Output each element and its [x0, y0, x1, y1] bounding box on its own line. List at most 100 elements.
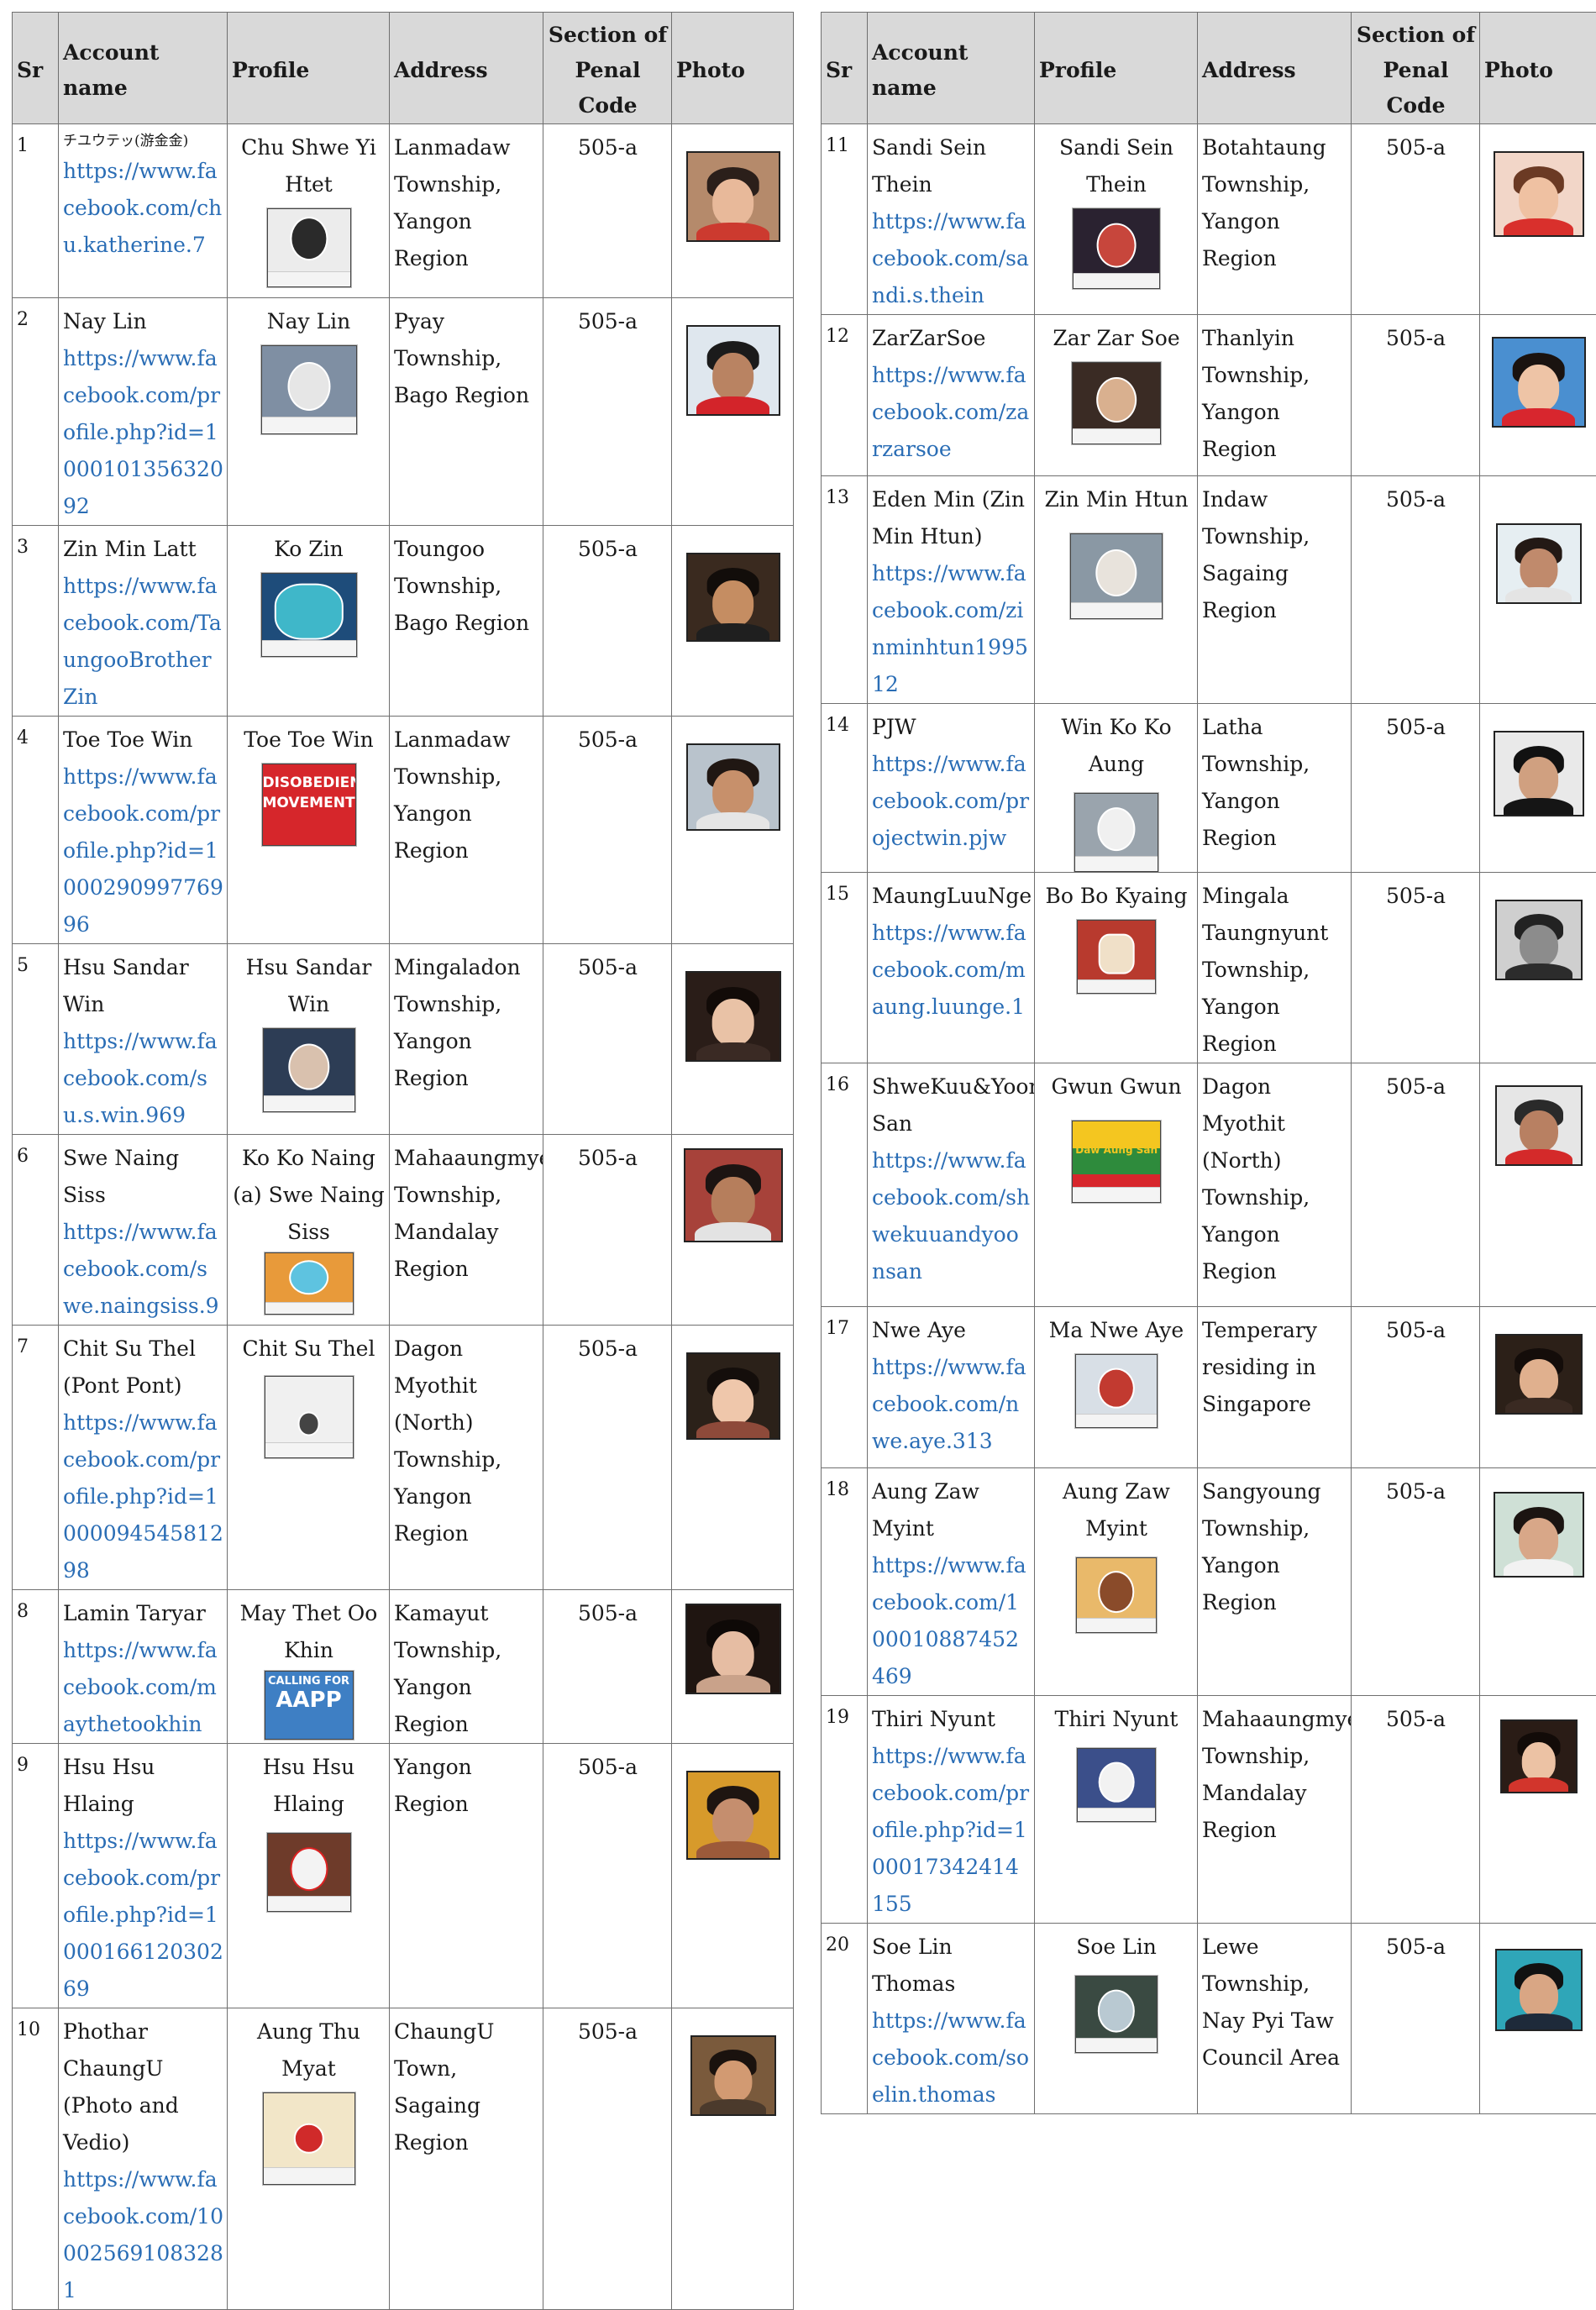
row-profile: Ko Zin [228, 526, 390, 717]
row-address: Kamayut Township, Yangon Region [390, 1590, 543, 1744]
row-sr: 14 [822, 704, 868, 873]
row-sr: 20 [822, 1924, 868, 2114]
portrait-photo [686, 743, 780, 831]
row-photo [1480, 1307, 1596, 1468]
account-name: ShweKuu&Yoon San [872, 1068, 1031, 1142]
profile-screenshot-image [267, 208, 351, 287]
row-photo [1480, 1924, 1596, 2114]
portrait-photo [684, 1148, 783, 1242]
row-profile: Ko Ko Naing (a) Swe Naing Siss [228, 1135, 390, 1326]
row-account: Phothar ChaungU (Photo and Vedio) https:… [59, 2008, 228, 2310]
banner-big-text: AAPP [276, 1688, 341, 1713]
row-profile: Nay Lin [228, 298, 390, 526]
account-link[interactable]: https://www.facebook.com/profile.php?id=… [63, 1404, 223, 1589]
account-link[interactable]: https://www.facebook.com/projectwin.pjw [872, 746, 1031, 857]
account-link[interactable]: https://www.facebook.com/100025691083281 [63, 2161, 223, 2309]
row-section: 505-a [1352, 873, 1480, 1063]
header-profile: Profile [1035, 13, 1198, 124]
table-row: 14 PJW https://www.facebook.com/projectw… [822, 704, 1596, 873]
row-address: ChaungU Town, Sagaing Region [390, 2008, 543, 2310]
row-photo [1480, 476, 1596, 704]
account-link[interactable]: https://www.facebook.com/maythetookhin [63, 1632, 223, 1743]
row-account: Chit Su Thel (Pont Pont) https://www.fac… [59, 1326, 228, 1590]
profile-screenshot-image [265, 1252, 354, 1315]
account-link[interactable]: https://www.facebook.com/soelin.thomas [872, 2003, 1031, 2113]
account-link[interactable]: https://www.facebook.com/100010887452469 [872, 1547, 1031, 1695]
table-row: 19 Thiri Nyunt https://www.facebook.com/… [822, 1696, 1596, 1924]
header-profile: Profile [228, 13, 390, 124]
account-name: Swe Naing Siss [63, 1140, 223, 1214]
profile-name: Chit Su Thel [243, 1336, 375, 1361]
profile-screenshot-image [1076, 1557, 1157, 1633]
profile-banner-image: DISOBEDIENCE MOVEMENT [262, 764, 356, 846]
row-photo [672, 298, 794, 526]
portrait-photo [1496, 523, 1582, 604]
account-link[interactable]: https://www.facebook.com/profile.php?id=… [872, 1738, 1031, 1923]
row-photo [1480, 1063, 1596, 1307]
account-link[interactable]: https://www.facebook.com/nwe.aye.313 [872, 1349, 1031, 1460]
row-sr: 1 [13, 124, 59, 298]
table-row: 7 Chit Su Thel (Pont Pont) https://www.f… [13, 1326, 794, 1590]
row-address: Indaw Township, Sagaing Region [1198, 476, 1352, 704]
row-address: Botahtaung Township, Yangon Region [1198, 124, 1352, 315]
account-link[interactable]: https://www.facebook.com/maung.luunge.1 [872, 915, 1031, 1026]
row-address: Toungoo Township, Bago Region [390, 526, 543, 717]
row-account: PJW https://www.facebook.com/projectwin.… [868, 704, 1035, 873]
row-sr: 4 [13, 717, 59, 944]
row-photo [1480, 124, 1596, 315]
accounts-table-right: Sr Account name Profile Address Section … [821, 12, 1596, 2114]
account-link[interactable]: https://www.facebook.com/zarzarsoe [872, 357, 1031, 468]
account-link[interactable]: https://www.facebook.com/profile.php?id=… [63, 340, 223, 525]
banner-top-text: CALLING FOR [268, 1675, 349, 1688]
row-sr: 18 [822, 1468, 868, 1696]
row-account: Nwe Aye https://www.facebook.com/nwe.aye… [868, 1307, 1035, 1468]
row-sr: 17 [822, 1307, 868, 1468]
account-name: Phothar ChaungU (Photo and Vedio) [63, 2013, 223, 2161]
account-name: Nay Lin [63, 303, 223, 340]
account-link[interactable]: https://www.facebook.com/profile.php?id=… [63, 1823, 223, 2008]
profile-name: Zin Min Htun [1044, 487, 1188, 512]
account-link[interactable]: https://www.facebook.com/TaungooBrotherZ… [63, 568, 223, 716]
table-row: 17 Nwe Aye https://www.facebook.com/nwe.… [822, 1307, 1596, 1468]
row-sr: 16 [822, 1063, 868, 1307]
accounts-table-left: Sr Account name Profile Address Section … [12, 12, 794, 2310]
row-sr: 7 [13, 1326, 59, 1590]
row-account: Toe Toe Win https://www.facebook.com/pro… [59, 717, 228, 944]
account-name: Hsu Hsu Hlaing [63, 1749, 223, 1823]
profile-banner-image: We Stand With Daw Aung San [1072, 1121, 1161, 1203]
account-link[interactable]: https://www.facebook.com/su.s.win.969 [63, 1023, 223, 1134]
header-address: Address [1198, 13, 1352, 124]
profile-screenshot-image [1075, 1354, 1158, 1428]
table-row: 1 チユウテッ(游金金) https://www.facebook.com/ch… [13, 124, 794, 298]
account-name: Nwe Aye [872, 1312, 1031, 1349]
row-account: Hsu Sandar Win https://www.facebook.com/… [59, 944, 228, 1135]
row-profile: Zar Zar Soe [1035, 315, 1198, 476]
portrait-photo [1494, 731, 1584, 816]
header-section: Section ofPenal Code [543, 13, 672, 124]
portrait-photo [1495, 1085, 1583, 1166]
banner-text: DISOBEDIENCE MOVEMENT [263, 774, 356, 811]
profile-screenshot-image [263, 2092, 355, 2185]
row-sr: 15 [822, 873, 868, 1063]
row-photo [1480, 873, 1596, 1063]
account-link[interactable]: https://www.facebook.com/swe.naingsiss.9 [63, 1214, 223, 1325]
row-photo [672, 2008, 794, 2310]
account-link[interactable]: https://www.facebook.com/shwekuuandyoons… [872, 1142, 1031, 1290]
row-account: Aung Zaw Myint https://www.facebook.com/… [868, 1468, 1035, 1696]
account-link[interactable]: https://www.facebook.com/sandi.s.thein [872, 203, 1031, 314]
profile-name: Aung Zaw Myint [1063, 1479, 1170, 1541]
row-address: Mingaladon Township, Yangon Region [390, 944, 543, 1135]
account-link[interactable]: https://www.facebook.com/zinminhtun19951… [872, 555, 1031, 703]
row-account: Lamin Taryar https://www.facebook.com/ma… [59, 1590, 228, 1744]
table-row: 15 MaungLuuNge https://www.facebook.com/… [822, 873, 1596, 1063]
account-link[interactable]: https://www.facebook.com/profile.php?id=… [63, 759, 223, 943]
row-profile: May Thet Oo Khin CALLING FORAAPP [228, 1590, 390, 1744]
row-address: Lanmadaw Township, Yangon Region [390, 124, 543, 298]
profile-name: Win Ko Ko Aung [1061, 715, 1171, 776]
account-link[interactable]: https://www.facebook.com/chu.katherine.7 [63, 153, 223, 264]
row-sr: 12 [822, 315, 868, 476]
table-row: 12 ZarZarSoe https://www.facebook.com/za… [822, 315, 1596, 476]
table-row: 16 ShweKuu&Yoon San https://www.facebook… [822, 1063, 1596, 1307]
row-photo [672, 1590, 794, 1744]
row-address: Dagon Myothit (North) Township, Yangon R… [390, 1326, 543, 1590]
